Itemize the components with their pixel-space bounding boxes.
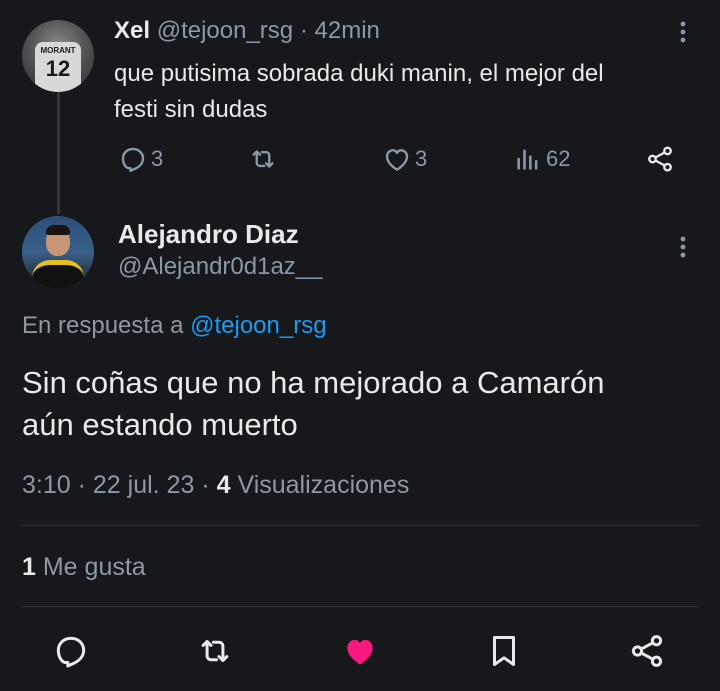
tweet-meta: 3:10 · 22 jul. 23 · 4 Visualizaciones [22, 471, 409, 500]
xel-views-count: 62 [546, 146, 571, 171]
tweet-time[interactable]: 3:10 [22, 471, 71, 499]
heart-icon [382, 144, 412, 174]
reply-to-link[interactable]: @tejoon_rsg [190, 312, 326, 339]
tweet-date[interactable]: 22 jul. 23 [93, 471, 194, 499]
xel-separator: · [299, 17, 308, 44]
main-tweet-text: Sin coñas que no ha mejorado a Camarón a… [22, 362, 604, 446]
likes-count: 1 [22, 553, 36, 581]
avatar-shirt [32, 260, 84, 288]
views-count: 4 [216, 471, 231, 499]
meta-separator: · [77, 471, 86, 499]
avatar-jersey: MORANT 12 [35, 42, 81, 92]
likes-label: Me gusta [42, 553, 146, 581]
thread-line [57, 92, 60, 214]
xel-like-action[interactable]: 3 [382, 144, 427, 174]
xel-like-count: 3 [415, 146, 428, 171]
xel-reply-action[interactable]: 3 [118, 144, 163, 174]
xel-display-name[interactable]: Xel [114, 17, 150, 44]
divider [22, 606, 698, 607]
main-text-line1: Sin coñas que no ha mejorado a Camarón [22, 365, 605, 400]
bookmark-icon[interactable] [485, 632, 523, 670]
xel-header: Xel @tejoon_rsg · 42min [114, 17, 380, 49]
alejandro-handle[interactable]: @Alejandr0d1az__ [118, 253, 323, 281]
divider [22, 525, 698, 526]
views-label: Visualizaciones [237, 471, 410, 499]
reply-context: En respuesta a @tejoon_rsg [22, 312, 327, 340]
xel-views-action[interactable]: 62 [514, 144, 570, 174]
reply-icon[interactable] [52, 632, 90, 670]
reply-icon [118, 144, 148, 174]
retweet-icon[interactable] [195, 632, 235, 670]
share-icon[interactable] [628, 632, 666, 670]
xel-text-line2: festi sin dudas [114, 96, 268, 123]
meta-separator: · [201, 471, 210, 499]
more-icon[interactable] [672, 235, 694, 259]
views-icon [514, 144, 542, 174]
avatar-hair [46, 225, 70, 235]
xel-handle[interactable]: @tejoon_rsg [157, 17, 293, 44]
xel-reply-count: 3 [151, 146, 164, 171]
likes-summary[interactable]: 1 Me gusta [22, 553, 146, 582]
xel-avatar[interactable]: MORANT 12 [22, 20, 94, 92]
xel-text-line1: que putisima sobrada duki manin, el mejo… [114, 60, 604, 87]
avatar-jersey-name: MORANT [40, 46, 76, 55]
more-icon[interactable] [672, 20, 694, 44]
heart-icon[interactable] [340, 632, 380, 670]
avatar-jersey-number: 12 [45, 56, 71, 81]
xel-time-ago[interactable]: 42min [315, 17, 380, 44]
alejandro-avatar[interactable] [22, 216, 94, 288]
alejandro-display-name[interactable]: Alejandro Diaz [118, 219, 299, 250]
share-icon[interactable] [645, 144, 675, 174]
retweet-icon[interactable] [247, 144, 279, 174]
reply-prefix: En respuesta a [22, 312, 184, 339]
main-text-line2: aún estando muerto [22, 407, 298, 442]
xel-tweet-text: que putisima sobrada duki manin, el mejo… [114, 56, 604, 128]
